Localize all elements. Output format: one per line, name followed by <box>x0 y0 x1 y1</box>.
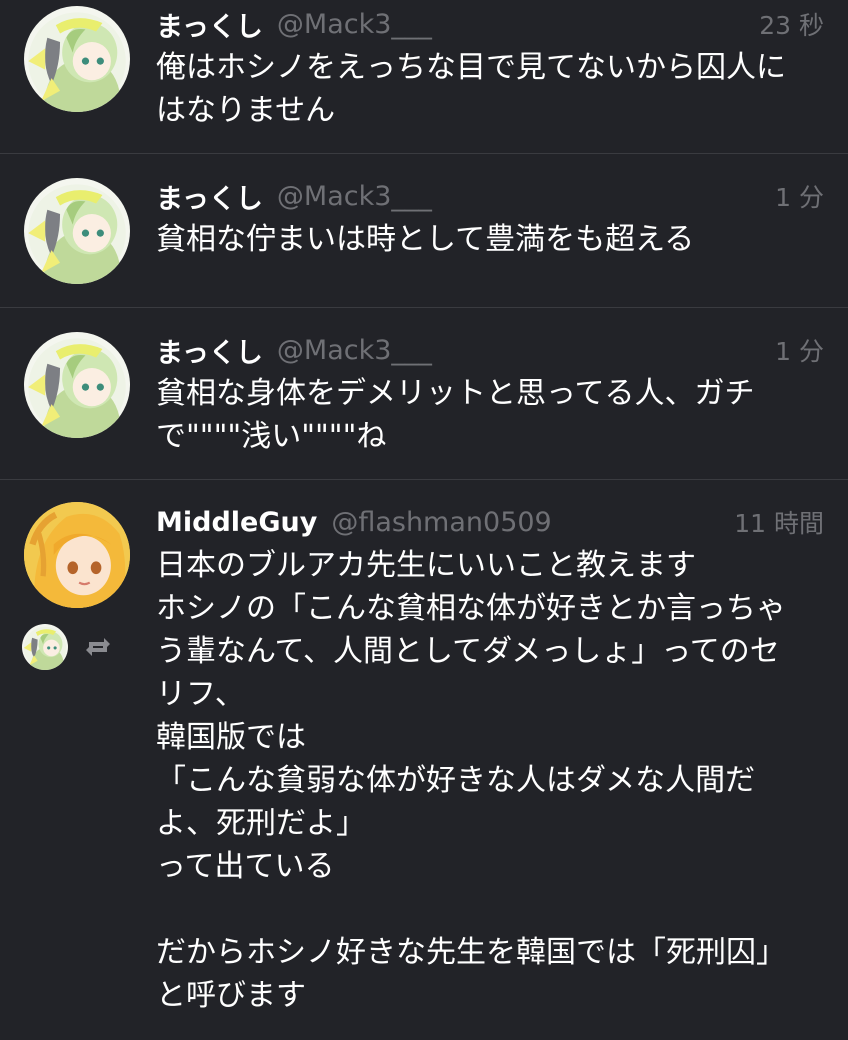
tweet-text-line: リフ、 <box>156 677 245 712</box>
retweet-icon <box>86 638 110 656</box>
avatar[interactable] <box>24 502 130 608</box>
user-handle[interactable]: @Mack3___ <box>277 335 432 366</box>
tweet-header: まっくし @Mack3___ 1 分 <box>156 330 824 370</box>
tweet-text-line: だからホシノ好きな先生を韓国では「死刑囚」 <box>156 935 786 970</box>
tweet-text-line: 韓国版では <box>156 720 306 755</box>
tweet-text-line: はなりません <box>156 93 336 128</box>
retweet-indicator <box>22 624 114 670</box>
tweet-header: MiddleGuy @flashman0509 11 時間 <box>156 502 824 542</box>
tweet-text-line: と呼びます <box>156 978 306 1013</box>
tweet-text-line: 「こんな貧弱な体が好きな人はダメな人間だ <box>156 763 756 798</box>
timestamp: 1 分 <box>775 337 824 366</box>
avatar-green-hair-icon <box>24 178 130 284</box>
timestamp: 23 秒 <box>759 11 824 40</box>
user-handle[interactable]: @Mack3___ <box>277 9 432 40</box>
tweet-item[interactable]: まっくし @Mack3___ 23 秒 俺はホシノをえっちな目で見てないから囚人… <box>0 0 848 154</box>
display-name[interactable]: まっくし <box>156 331 263 370</box>
tweet-text-line: で""""浅い""""ね <box>156 419 387 454</box>
avatar[interactable] <box>24 332 130 438</box>
tweet-text-line: 貧相な佇まいは時として豊満をも超える <box>156 222 695 257</box>
tweet-text-line: 日本のブルアカ先生にいいこと教えます <box>156 548 696 583</box>
tweet-text: 俺はホシノをえっちな目で見てないから囚人に はなりません <box>156 46 824 132</box>
tweet-text: 貧相な身体をデメリットと思ってる人、ガチ で""""浅い""""ね <box>156 372 824 458</box>
tweet-text-line: ホシノの「こんな貧相な体が好きとか言っちゃ <box>156 591 786 626</box>
display-name[interactable]: MiddleGuy <box>156 507 317 538</box>
timeline: まっくし @Mack3___ 23 秒 俺はホシノをえっちな目で見てないから囚人… <box>0 0 848 1040</box>
timestamp: 11 時間 <box>734 509 824 538</box>
tweet-text-line: って出ている <box>156 849 335 884</box>
timestamp: 1 分 <box>775 183 824 212</box>
tweet-item[interactable]: まっくし @Mack3___ 1 分 貧相な身体をデメリットと思ってる人、ガチ … <box>0 308 848 480</box>
tweet-header: まっくし @Mack3___ 23 秒 <box>156 4 824 44</box>
avatar[interactable] <box>24 6 130 112</box>
display-name[interactable]: まっくし <box>156 5 263 44</box>
tweet-item-retweeted[interactable]: MiddleGuy @flashman0509 11 時間 日本のブルアカ先生に… <box>0 480 848 1040</box>
tweet-text: 日本のブルアカ先生にいいこと教えます ホシノの「こんな貧相な体が好きとか言っちゃ… <box>156 544 824 1017</box>
user-handle[interactable]: @Mack3___ <box>277 181 432 212</box>
tweet-text-line: よ、死刑だよ」 <box>156 806 366 841</box>
user-handle[interactable]: @flashman0509 <box>331 507 551 538</box>
avatar-green-hair-icon <box>22 624 68 670</box>
display-name[interactable]: まっくし <box>156 177 263 216</box>
tweet-text: 貧相な佇まいは時として豊満をも超える <box>156 218 824 261</box>
tweet-text-line: 俺はホシノをえっちな目で見てないから囚人に <box>156 50 786 85</box>
tweet-item[interactable]: まっくし @Mack3___ 1 分 貧相な佇まいは時として豊満をも超える <box>0 154 848 308</box>
tweet-text-blank-line <box>156 888 824 931</box>
tweet-header: まっくし @Mack3___ 1 分 <box>156 176 824 216</box>
avatar-green-hair-icon <box>24 332 130 438</box>
avatar-green-hair-icon <box>24 6 130 112</box>
avatar[interactable] <box>24 178 130 284</box>
tweet-text-line: う輩なんて、人間としてダメっしょ」ってのセ <box>156 634 780 669</box>
tweet-text-line: 貧相な身体をデメリットと思ってる人、ガチ <box>156 376 755 411</box>
retweeter-avatar[interactable] <box>22 624 68 670</box>
avatar-blonde-icon <box>24 502 130 608</box>
